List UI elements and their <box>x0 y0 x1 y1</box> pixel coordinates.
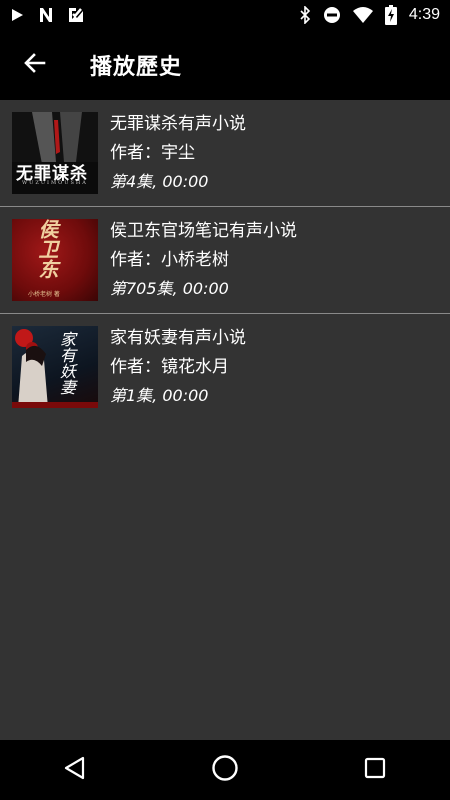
n-notification-icon <box>38 7 54 23</box>
back-triangle-icon <box>64 756 86 784</box>
item-episode: 第4集, 00:00 <box>110 172 209 191</box>
recents-square-icon <box>364 757 386 783</box>
item-episode: 第705集, 00:00 <box>110 279 229 298</box>
cover-image: 侯卫东 小桥老树 著 <box>12 219 98 301</box>
cover-image: 无罪谋杀 WUZUIMOUSHA <box>12 112 98 194</box>
item-author: 作者：小桥老树 <box>110 250 229 270</box>
list-item[interactable]: 家有妖妻 家有妖妻有声小说 作者：镜花水月 第1集, 00:00 <box>0 314 450 421</box>
nav-back-button[interactable] <box>45 740 105 800</box>
nav-home-button[interactable] <box>195 740 255 800</box>
check-notification-icon <box>68 7 84 23</box>
cover-title-text: 家有妖妻 <box>60 330 77 397</box>
history-list: 无罪谋杀 WUZUIMOUSHA 无罪谋杀有声小说 作者：宇尘 第4集, 00:… <box>0 100 450 421</box>
bluetooth-icon <box>299 6 311 24</box>
item-author: 作者：宇尘 <box>110 143 195 163</box>
item-episode: 第1集, 00:00 <box>110 386 209 405</box>
back-button[interactable] <box>0 30 70 100</box>
nav-recents-button[interactable] <box>345 740 405 800</box>
navigation-bar <box>0 740 450 800</box>
wifi-icon <box>352 7 373 23</box>
item-title: 无罪谋杀有声小说 <box>110 114 246 134</box>
battery-charging-icon <box>384 5 397 25</box>
arrow-back-icon <box>23 51 47 79</box>
list-item[interactable]: 无罪谋杀 WUZUIMOUSHA 无罪谋杀有声小说 作者：宇尘 第4集, 00:… <box>0 100 450 207</box>
do-not-disturb-icon <box>323 6 341 24</box>
app-bar: 播放歷史 <box>0 30 450 100</box>
page-title: 播放歷史 <box>90 55 183 80</box>
status-clock: 4:39 <box>408 6 440 23</box>
cover-subtitle-text: WUZUIMOUSHA <box>22 180 88 186</box>
play-icon <box>10 8 24 22</box>
list-item[interactable]: 侯卫东 小桥老树 著 侯卫东官场笔记有声小说 作者：小桥老树 第705集, 00… <box>0 207 450 314</box>
status-bar: 4:39 <box>0 0 450 30</box>
item-author: 作者：镜花水月 <box>110 357 229 377</box>
cover-image: 家有妖妻 <box>12 326 98 408</box>
cover-title-text: 侯卫东 <box>35 219 59 279</box>
cover-subtitle-text: 小桥老树 著 <box>28 291 60 298</box>
item-title: 侯卫东官场笔记有声小说 <box>110 221 297 241</box>
home-circle-icon <box>211 754 239 786</box>
item-title: 家有妖妻有声小说 <box>110 328 246 348</box>
